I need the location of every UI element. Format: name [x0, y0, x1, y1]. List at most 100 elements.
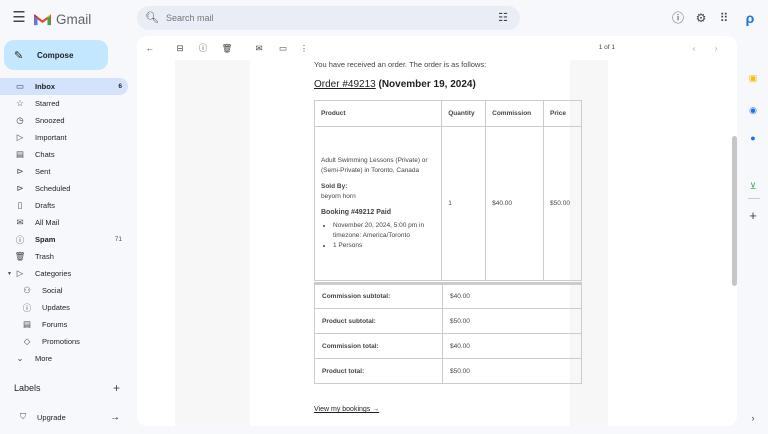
sidebar-item-all-mail[interactable]: ✉ All Mail — [0, 214, 128, 231]
sidebar-item-spam[interactable]: ⓘ Spam 71 — [0, 231, 128, 248]
totals-table: Commission subtotal: $40.00 Product subt… — [314, 282, 582, 384]
sidebar-item-chats[interactable]: ▤ Chats — [0, 146, 128, 163]
chat-icon: ▤ — [15, 149, 25, 159]
people-icon: ⚇ — [23, 285, 31, 295]
main-menu-icon[interactable]: ☰ — [9, 9, 29, 27]
search-icon[interactable]: 🔍︎ — [145, 11, 159, 25]
newer-chevron-icon[interactable]: ‹ — [687, 41, 701, 55]
add-label-icon[interactable]: + — [113, 381, 120, 395]
sidebar-item-promotions[interactable]: ◇ Promotions — [0, 333, 128, 350]
archive-icon[interactable]: ⊟ — [173, 41, 187, 55]
list-item: November 20, 2024, 5:00 pm in timezone: … — [333, 221, 435, 241]
sidebar-item-label: Categories — [35, 269, 72, 278]
search-options-icon[interactable]: ☷ — [496, 11, 510, 25]
add-addon-icon[interactable]: + — [747, 209, 759, 222]
order-table: Product Quantity Commission Price Adult … — [313, 100, 582, 281]
settings-gear-icon[interactable]: ⚙ — [692, 9, 710, 27]
order-link[interactable]: Order #49213 — [314, 79, 376, 90]
pencil-icon: ✎ — [14, 49, 24, 62]
send-icon: ⊳ — [16, 166, 24, 176]
label-important-icon: ▷ — [16, 132, 24, 142]
trash-icon: 🗑︎ — [14, 251, 26, 261]
move-to-icon[interactable]: ▭ — [276, 41, 290, 55]
quantity-cell: 1 — [441, 126, 487, 281]
table-row: Adult Swimming Lessons (Private) or (Sem… — [313, 126, 582, 281]
message-panel: ← ⊟ ⓘ 🗑︎ ✉ ▭ ⋮ 1 of 1 ‹ › You have recei… — [137, 36, 737, 426]
table-row: Product subtotal: $50.00 — [314, 308, 582, 334]
totals-label: Product total: — [314, 358, 443, 384]
draft-icon: ▯ — [17, 200, 23, 210]
view-bookings-link[interactable]: View my bookings → — [314, 406, 379, 413]
delete-icon[interactable]: 🗑︎ — [220, 41, 234, 55]
totals-value: $40.00 — [442, 333, 582, 359]
sidebar-item-updates[interactable]: ⓘ Updates — [0, 299, 128, 316]
tasks-icon[interactable]: ◉ — [747, 104, 759, 116]
apps-grid-icon[interactable]: ⠿ — [715, 9, 733, 27]
mark-unread-icon[interactable]: ✉ — [252, 41, 266, 55]
sidebar-item-inbox[interactable]: ▭ Inbox 6 — [0, 78, 128, 95]
sidebar-item-drafts[interactable]: ▯ Drafts — [0, 197, 128, 214]
report-spam-icon[interactable]: ⓘ — [196, 41, 210, 55]
compose-label: Compose — [37, 50, 74, 60]
sidebar-item-label: Inbox — [35, 82, 55, 91]
totals-value: $40.00 — [442, 282, 582, 309]
sidebar-item-social[interactable]: ⚇ Social — [0, 282, 128, 299]
booking-details: November 20, 2024, 5:00 pm in timezone: … — [333, 221, 435, 251]
calendar-icon[interactable]: ▣ — [747, 72, 759, 84]
column-header: Quantity — [441, 100, 487, 127]
gmail-m-icon — [34, 13, 51, 25]
chevron-down-icon: ⌄ — [16, 353, 24, 363]
sidebar-item-forums[interactable]: ▤ Forums — [0, 316, 128, 333]
tag-icon: ◇ — [23, 336, 31, 346]
totals-value: $50.00 — [442, 308, 582, 334]
contacts-icon[interactable]: ● — [747, 132, 759, 144]
sidebar-item-scheduled[interactable]: ⊳ Scheduled — [0, 180, 128, 197]
gmail-logo[interactable]: Gmail — [34, 10, 91, 28]
commission-cell: $40.00 — [485, 126, 545, 281]
pager-text: 1 of 1 — [598, 44, 615, 51]
scrollbar-thumb[interactable] — [732, 136, 737, 286]
price-cell: $50.00 — [543, 126, 582, 281]
sidebar-item-sent[interactable]: ⊳ Sent — [0, 163, 128, 180]
rail-divider — [748, 198, 760, 199]
addon-icon[interactable]: ⊻ — [747, 180, 759, 192]
inbox-count: 6 — [118, 83, 122, 90]
table-row: Commission subtotal: $40.00 — [314, 282, 582, 309]
sidebar-item-categories[interactable]: ▼ ▷ Categories — [0, 265, 128, 282]
sidebar-item-starred[interactable]: ☆ Starred — [0, 95, 128, 112]
totals-label: Product subtotal: — [314, 308, 443, 334]
order-heading: Order #49213 (November 19, 2024) — [314, 79, 476, 90]
sidebar-item-label: Important — [35, 133, 67, 142]
more-vert-icon[interactable]: ⋮ — [297, 41, 311, 55]
account-avatar[interactable]: ρ — [741, 9, 759, 27]
sidebar-item-label: Starred — [35, 99, 60, 108]
sidebar: ✎ Compose ▭ Inbox 6 ☆ Starred ◷ Snoozed … — [0, 36, 136, 434]
sidebar-item-label: Trash — [35, 252, 54, 261]
sidebar-item-trash[interactable]: 🗑︎ Trash — [0, 248, 128, 265]
totals-label: Commission subtotal: — [314, 282, 443, 309]
compose-button[interactable]: ✎ Compose — [4, 40, 108, 70]
inbox-icon: ▭ — [15, 81, 25, 91]
labels-heading: Labels — [14, 383, 41, 393]
sold-by-value: beyorn horn — [321, 193, 356, 201]
sidebar-item-important[interactable]: ▷ Important — [0, 129, 128, 146]
spam-count: 71 — [114, 236, 122, 243]
caret-down-icon[interactable]: ▼ — [7, 271, 12, 277]
help-icon[interactable]: ⓘ — [669, 9, 687, 27]
nav-list: ▭ Inbox 6 ☆ Starred ◷ Snoozed ▷ Importan… — [0, 78, 136, 367]
product-cell: Adult Swimming Lessons (Private) or (Sem… — [313, 126, 443, 281]
intro-text: You have received an order. The order is… — [314, 60, 487, 69]
side-panel-rail: ▣ ◉ ● ⊻ + › — [740, 36, 768, 434]
sidebar-item-snoozed[interactable]: ◷ Snoozed — [0, 112, 128, 129]
totals-label: Commission total: — [314, 333, 443, 359]
older-chevron-icon[interactable]: › — [709, 41, 723, 55]
expand-panel-icon[interactable]: › — [747, 412, 759, 424]
sidebar-item-more[interactable]: ⌄ More — [0, 350, 128, 367]
clock-icon: ◷ — [16, 115, 24, 125]
upgrade-button[interactable]: ⛉ Upgrade → — [8, 408, 128, 426]
sidebar-item-label: Scheduled — [35, 184, 71, 193]
upgrade-label: Upgrade — [37, 412, 66, 422]
back-arrow-icon[interactable]: ← — [143, 41, 157, 55]
search-input[interactable] — [166, 13, 486, 23]
totals-value: $50.00 — [442, 358, 582, 384]
